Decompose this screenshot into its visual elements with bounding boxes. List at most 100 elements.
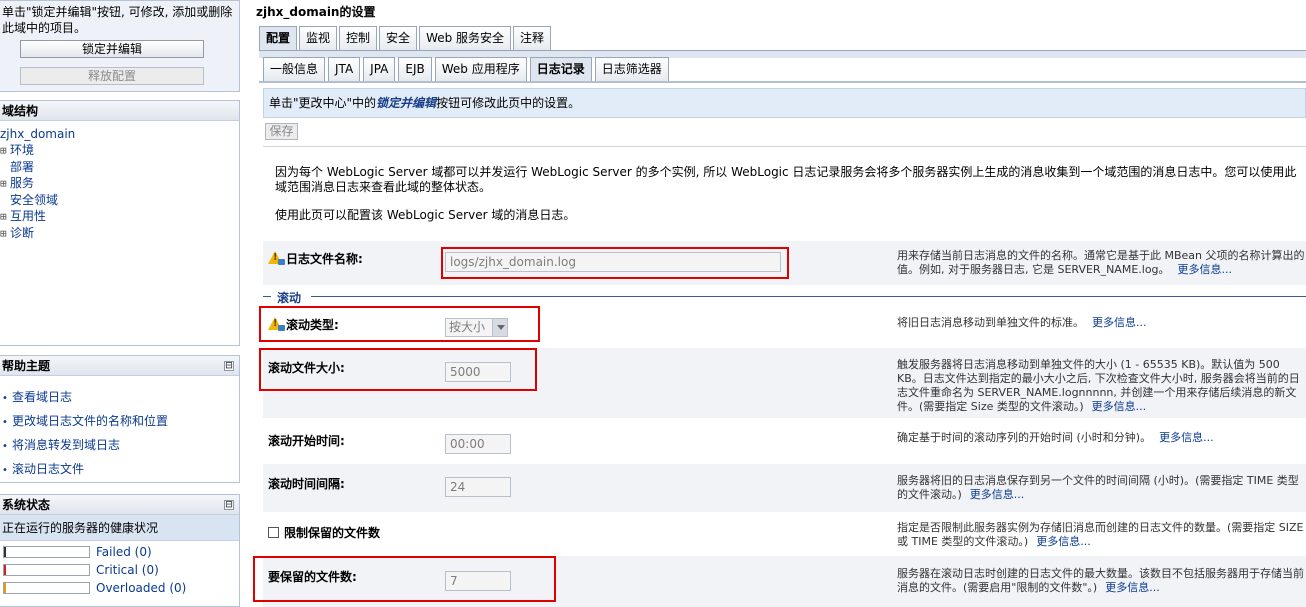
rotation-type-value: 按大小 <box>449 320 486 334</box>
collapse-icon[interactable]: ⊟ <box>224 500 234 510</box>
files-to-retain-row: 要保留的文件数: 7 服务器在滚动日志时创建的日志文件的最大数量。该数目不包括服… <box>263 556 1306 607</box>
tree-item-label: 部署 <box>10 160 35 174</box>
limit-retained-label: 限制保留的文件数 <box>284 526 381 540</box>
release-configuration-button[interactable]: 释放配置 <box>20 67 204 85</box>
health-status-link[interactable]: Overloaded (0) <box>96 579 186 597</box>
tab-2[interactable]: 控制 <box>339 26 378 50</box>
system-status-panel: 系统状态 ⊟ 正在运行的服务器的健康状况 Failed (0) Critical … <box>0 494 240 607</box>
limit-retained-help: 指定是否限制此服务器实例为存储旧消息而创建的日志文件的数量。(需要指定 SIZE… <box>897 521 1306 549</box>
help-topics-header: 帮助主题 ⊟ <box>0 356 239 376</box>
lock-edit-notice: 单击"更改中心"中的锁定并编辑按钮可修改此页中的设置。 <box>263 88 1306 118</box>
help-topic-link[interactable]: • 滚动日志文件 <box>2 458 239 482</box>
tree-item[interactable]: 部署 <box>0 159 239 175</box>
rotation-start-time-input[interactable]: 00:00 <box>445 434 511 454</box>
tree-item-label: 安全领域 <box>10 193 59 207</box>
log-file-name-input[interactable]: logs/zjhx_domain.log <box>445 252 781 272</box>
help-topics-panel: 帮助主题 ⊟ • 查看域日志 • 更改域日志文件的名称和位置 • 将消息转发到域日志 • 滚动… <box>0 355 240 483</box>
tree-item[interactable]: ⊞ 服务 <box>0 175 239 192</box>
tab-1[interactable]: 监视 <box>299 26 338 50</box>
rotation-type-label-wrap: 滚动类型: <box>268 316 339 333</box>
rotation-interval-input[interactable]: 24 <box>445 477 511 497</box>
help-topic-link[interactable]: • 将消息转发到域日志 <box>2 434 239 458</box>
health-status-link[interactable]: Critical (0) <box>96 561 159 579</box>
help-topic-label: 更改域日志文件的名称和位置 <box>12 414 169 428</box>
notice-lock-edit-link: 锁定并编辑 <box>376 96 437 110</box>
files-to-retain-help: 服务器在滚动日志时创建的日志文件的最大数量。该数目不包括服务器用于存储当前消息的… <box>897 567 1306 595</box>
tree-item-label: 诊断 <box>10 226 35 240</box>
subtab-0[interactable]: 一般信息 <box>263 57 326 81</box>
tree-item[interactable]: ⊞ 环境 <box>0 142 239 159</box>
health-bar-tick <box>4 583 6 593</box>
tab-0[interactable]: 配置 <box>259 26 298 50</box>
subtab-5[interactable]: 日志记录 <box>529 57 592 81</box>
help-topic-link[interactable]: • 更改域日志文件的名称和位置 <box>2 410 239 434</box>
log-file-name-help: 用来存储当前日志消息的文件的名称。通常它是基于此 MBean 父项的名称计算出的… <box>897 249 1306 277</box>
limit-retained-label-wrap: 限制保留的文件数 <box>268 524 380 541</box>
chevron-down-icon[interactable] <box>492 319 507 336</box>
collapse-icon[interactable]: ⊟ <box>224 361 234 371</box>
more-info-link[interactable]: 更多信息... <box>970 488 1025 501</box>
rotation-interval-help: 服务器将旧的日志消息保存到另一个文件的时间间隔 (小时)。(需要指定 TIME … <box>897 474 1306 502</box>
change-center-panel: 单击"锁定并编辑"按钮, 可修改, 添加或删除此域中的项目。 锁定并编辑 释放配… <box>0 0 240 92</box>
more-info-link[interactable]: 更多信息... <box>1105 581 1160 594</box>
help-topics-title: 帮助主题 <box>2 359 51 373</box>
tree-root-domain[interactable]: zjhx_domain <box>0 126 239 142</box>
more-info-link[interactable]: 更多信息... <box>1178 263 1233 276</box>
expand-icon[interactable]: ⊞ <box>0 209 10 225</box>
bullet-icon: • <box>2 465 8 476</box>
subtab-1[interactable]: JTA <box>328 57 361 81</box>
log-file-name-label-wrap: 日志文件名称: <box>268 250 363 267</box>
page-title: zjhx_domain的设置 <box>256 5 376 19</box>
subtab-4[interactable]: Web 应用程序 <box>434 57 527 81</box>
rotation-type-help: 将旧日志消息移动到单独文件的标准。 更多信息... <box>897 316 1306 330</box>
rotation-start-time-help-text: 确定基于时间的滚动序列的开始时间 (小时和分钟)。 <box>897 431 1152 444</box>
subtab-3[interactable]: EJB <box>398 57 432 81</box>
tree-item[interactable]: ⊞ 诊断 <box>0 225 239 242</box>
more-info-link[interactable]: 更多信息... <box>1092 400 1147 413</box>
bullet-icon: • <box>2 417 8 428</box>
rotation-type-select[interactable]: 按大小 <box>445 318 508 337</box>
health-bar <box>3 546 90 558</box>
more-info-link[interactable]: 更多信息... <box>1159 431 1214 444</box>
subtab-divider <box>259 81 1306 83</box>
expand-icon[interactable]: ⊞ <box>0 226 10 242</box>
rotation-start-time-row: 滚动开始时间: 00:00 确定基于时间的滚动序列的开始时间 (小时和分钟)。更… <box>263 420 1306 462</box>
tree-item-label: 环境 <box>10 143 35 157</box>
expand-icon[interactable]: ⊞ <box>0 143 10 159</box>
rotation-interval-help-text: 服务器将旧的日志消息保存到另一个文件的时间间隔 (小时)。(需要指定 TIME … <box>897 474 1299 501</box>
more-info-link[interactable]: 更多信息... <box>1036 535 1091 548</box>
warning-lock-icon <box>268 251 285 265</box>
expand-icon[interactable]: ⊞ <box>0 176 10 192</box>
files-to-retain-input[interactable]: 7 <box>445 571 511 591</box>
secondary-tabs: 一般信息 JTA JPA EJB Web 应用程序 日志记录 日志筛选器 <box>263 57 669 81</box>
tab-5[interactable]: 注释 <box>513 26 552 50</box>
health-status-link[interactable]: Failed (0) <box>96 543 152 561</box>
tab-4[interactable]: Web 服务安全 <box>419 26 512 50</box>
files-to-retain-help-text: 服务器在滚动日志时创建的日志文件的最大数量。该数目不包括服务器用于存储当前消息的… <box>897 567 1304 594</box>
tab-3[interactable]: 安全 <box>379 26 418 50</box>
more-info-link[interactable]: 更多信息... <box>1092 316 1147 329</box>
help-topics-list: • 查看域日志 • 更改域日志文件的名称和位置 • 将消息转发到域日志 • 滚动日志文件 <box>0 376 239 482</box>
health-bar-tick <box>4 565 6 575</box>
limit-retained-checkbox[interactable] <box>268 527 279 538</box>
bullet-icon: • <box>2 393 8 404</box>
rotation-file-size-input[interactable]: 5000 <box>445 362 511 382</box>
tree-item-label: 互用性 <box>10 209 47 223</box>
log-file-name-help-text: 用来存储当前日志消息的文件的名称。通常它是基于此 MBean 父项的名称计算出的… <box>897 249 1305 276</box>
subtab-2[interactable]: JPA <box>363 57 396 81</box>
lock-and-edit-button[interactable]: 锁定并编辑 <box>20 40 204 58</box>
health-subtitle: 正在运行的服务器的健康状况 <box>0 515 239 541</box>
save-button[interactable]: 保存 <box>265 123 298 140</box>
health-status-row: Critical (0) <box>3 561 239 579</box>
warning-lock-icon <box>268 317 285 331</box>
rotation-start-time-label: 滚动开始时间: <box>268 434 345 448</box>
rotation-file-size-label: 滚动文件大小: <box>268 361 345 375</box>
help-topic-label: 滚动日志文件 <box>12 462 85 476</box>
tree-item[interactable]: 安全领域 <box>0 192 239 208</box>
bullet-icon: • <box>2 441 8 452</box>
health-bar <box>3 564 90 576</box>
help-topic-link[interactable]: • 查看域日志 <box>2 386 239 410</box>
subtab-6[interactable]: 日志筛选器 <box>594 57 669 81</box>
tree-item[interactable]: ⊞ 互用性 <box>0 208 239 225</box>
rotation-type-label: 滚动类型: <box>286 318 339 332</box>
